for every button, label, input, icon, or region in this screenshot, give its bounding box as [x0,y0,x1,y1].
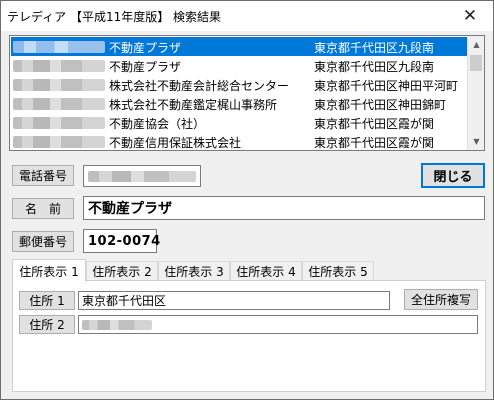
list-item[interactable]: 不動産信用保証株式会社 東京都千代田区霞が関 [11,132,468,150]
list-item-address: 東京都千代田区九段南 [314,41,435,55]
zip-label-button[interactable]: 郵便番号 [12,231,74,252]
list-item-name: 不動産プラザ [109,41,182,55]
window-title: テレディア 【平成11年度版】 検索結果 [7,10,222,24]
tab-address-3[interactable]: 住所表示 3 [158,261,230,280]
address-1-field[interactable]: 東京都千代田区 [78,291,390,310]
phone-number-redacted [13,98,105,110]
list-item[interactable]: 株式会社不動産会計総合センター 東京都千代田区神田平河町 [11,75,468,94]
phone-label-button[interactable]: 電話番号 [12,165,74,186]
address-2-field[interactable] [78,315,478,334]
phone-field[interactable] [83,165,201,187]
list-item-name: 株式会社不動産鑑定梶山事務所 [109,98,278,112]
list-item-address: 東京都千代田区神田錦町 [314,98,447,112]
address-2-label-button[interactable]: 住所 2 [19,315,75,334]
tab-address-5[interactable]: 住所表示 5 [302,261,374,280]
scrollbar-thumb[interactable] [470,55,482,71]
list-item-address: 東京都千代田区霞が関 [314,117,435,131]
zip-field[interactable]: 102-0074 [83,229,160,253]
tab-address-4[interactable]: 住所表示 4 [230,261,302,280]
tab-address-2[interactable]: 住所表示 2 [86,261,158,280]
phone-number-redacted [13,60,105,72]
scroll-down-icon[interactable]: ▼ [468,133,484,150]
address-2-value-redacted [82,319,152,330]
list-item[interactable]: 株式会社不動産鑑定梶山事務所 東京都千代田区神田錦町 [11,94,468,113]
list-item[interactable]: 不動産プラザ 東京都千代田区九段南 [11,37,468,56]
name-label-button[interactable]: 名 前 [12,198,74,219]
list-item-address: 東京都千代田区霞が関 [314,136,435,150]
app-window: テレディア 【平成11年度版】 検索結果 ✕ 不動産プラザ 東京都千代田区九段南… [0,0,494,400]
name-field[interactable]: 不動産プラザ [83,196,485,220]
scroll-up-icon[interactable]: ▲ [468,36,484,53]
results-list[interactable]: 不動産プラザ 東京都千代田区九段南 不動産プラザ 東京都千代田区九段南 株式会社… [9,35,485,151]
list-item-address: 東京都千代田区九段南 [314,60,435,74]
phone-value-redacted [88,170,196,182]
list-item-address: 東京都千代田区神田平河町 [314,79,459,93]
title-bar: テレディア 【平成11年度版】 検索結果 ✕ [1,1,493,31]
list-item[interactable]: 不動産プラザ 東京都千代田区九段南 [11,56,468,75]
copy-all-addresses-button[interactable]: 全住所複写 [404,289,478,310]
phone-number-redacted [13,79,105,91]
phone-number-redacted [13,136,105,148]
phone-number-redacted [13,117,105,129]
tab-address-1[interactable]: 住所表示 1 [12,259,86,282]
list-scrollbar[interactable]: ▲ ▼ [467,36,484,150]
window-close-button[interactable]: ✕ [447,1,493,31]
list-item-name: 不動産信用保証株式会社 [109,136,242,150]
phone-number-redacted [13,41,105,53]
address-1-label-button[interactable]: 住所 1 [19,291,75,310]
list-item-name: 不動産協会（社） [109,117,206,131]
close-button[interactable]: 閉じる [421,163,485,188]
list-item-name: 株式会社不動産会計総合センター [109,79,290,93]
list-item[interactable]: 不動産協会（社） 東京都千代田区霞が関 [11,113,468,132]
list-item-name: 不動産プラザ [109,60,182,74]
